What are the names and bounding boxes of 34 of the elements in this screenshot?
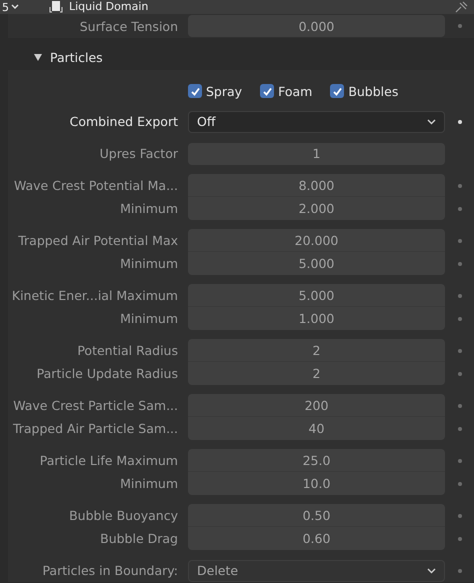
field-label: Minimum — [119, 476, 179, 491]
checkbox[interactable] — [188, 84, 202, 98]
field-label: Minimum — [119, 311, 179, 326]
checkbox-label: Bubbles — [348, 84, 398, 98]
checkbox-label: Spray — [206, 84, 242, 98]
field-label: Particle Update Radius — [36, 366, 179, 381]
field-label: Surface Tension — [78, 18, 179, 34]
panel-title: Particles — [50, 50, 103, 64]
checkbox[interactable] — [260, 84, 274, 98]
field-label: Combined Export — [68, 114, 179, 129]
field-label: Wave Crest Particle Sam... — [12, 398, 179, 413]
pin-icon[interactable] — [454, 1, 468, 13]
field-label: Trapped Air Particle Sam... — [12, 421, 179, 436]
field-label: Minimum — [119, 256, 179, 271]
field-label: Bubble Drag — [99, 531, 179, 546]
field-label: Minimum — [119, 201, 179, 216]
dropdown-field[interactable]: Off — [188, 110, 445, 132]
field-label: Particle Life Maximum — [38, 453, 179, 468]
panel-title: Liquid Domain — [69, 0, 150, 14]
field-label: Particles in Boundary: — [41, 563, 179, 578]
caret-icon — [427, 568, 436, 574]
field-label: Kinetic Ener...ial Maximum — [10, 288, 179, 303]
field-label: Wave Crest Potential Ma... — [12, 178, 179, 193]
field-label: Bubble Buoyancy — [68, 508, 179, 523]
checkbox[interactable] — [330, 84, 344, 98]
keyframe-dot[interactable] — [458, 120, 462, 124]
object-icon — [49, 1, 63, 13]
checkbox-label: Foam — [278, 84, 312, 98]
field-label: Trapped Air Potential Max — [17, 233, 179, 248]
field-label: Upres Factor — [98, 146, 179, 161]
editor-dropdown[interactable]: 5 — [0, 0, 21, 14]
caret-icon — [427, 118, 436, 124]
caret-icon — [11, 4, 19, 10]
field-label: Potential Radius — [76, 343, 179, 358]
